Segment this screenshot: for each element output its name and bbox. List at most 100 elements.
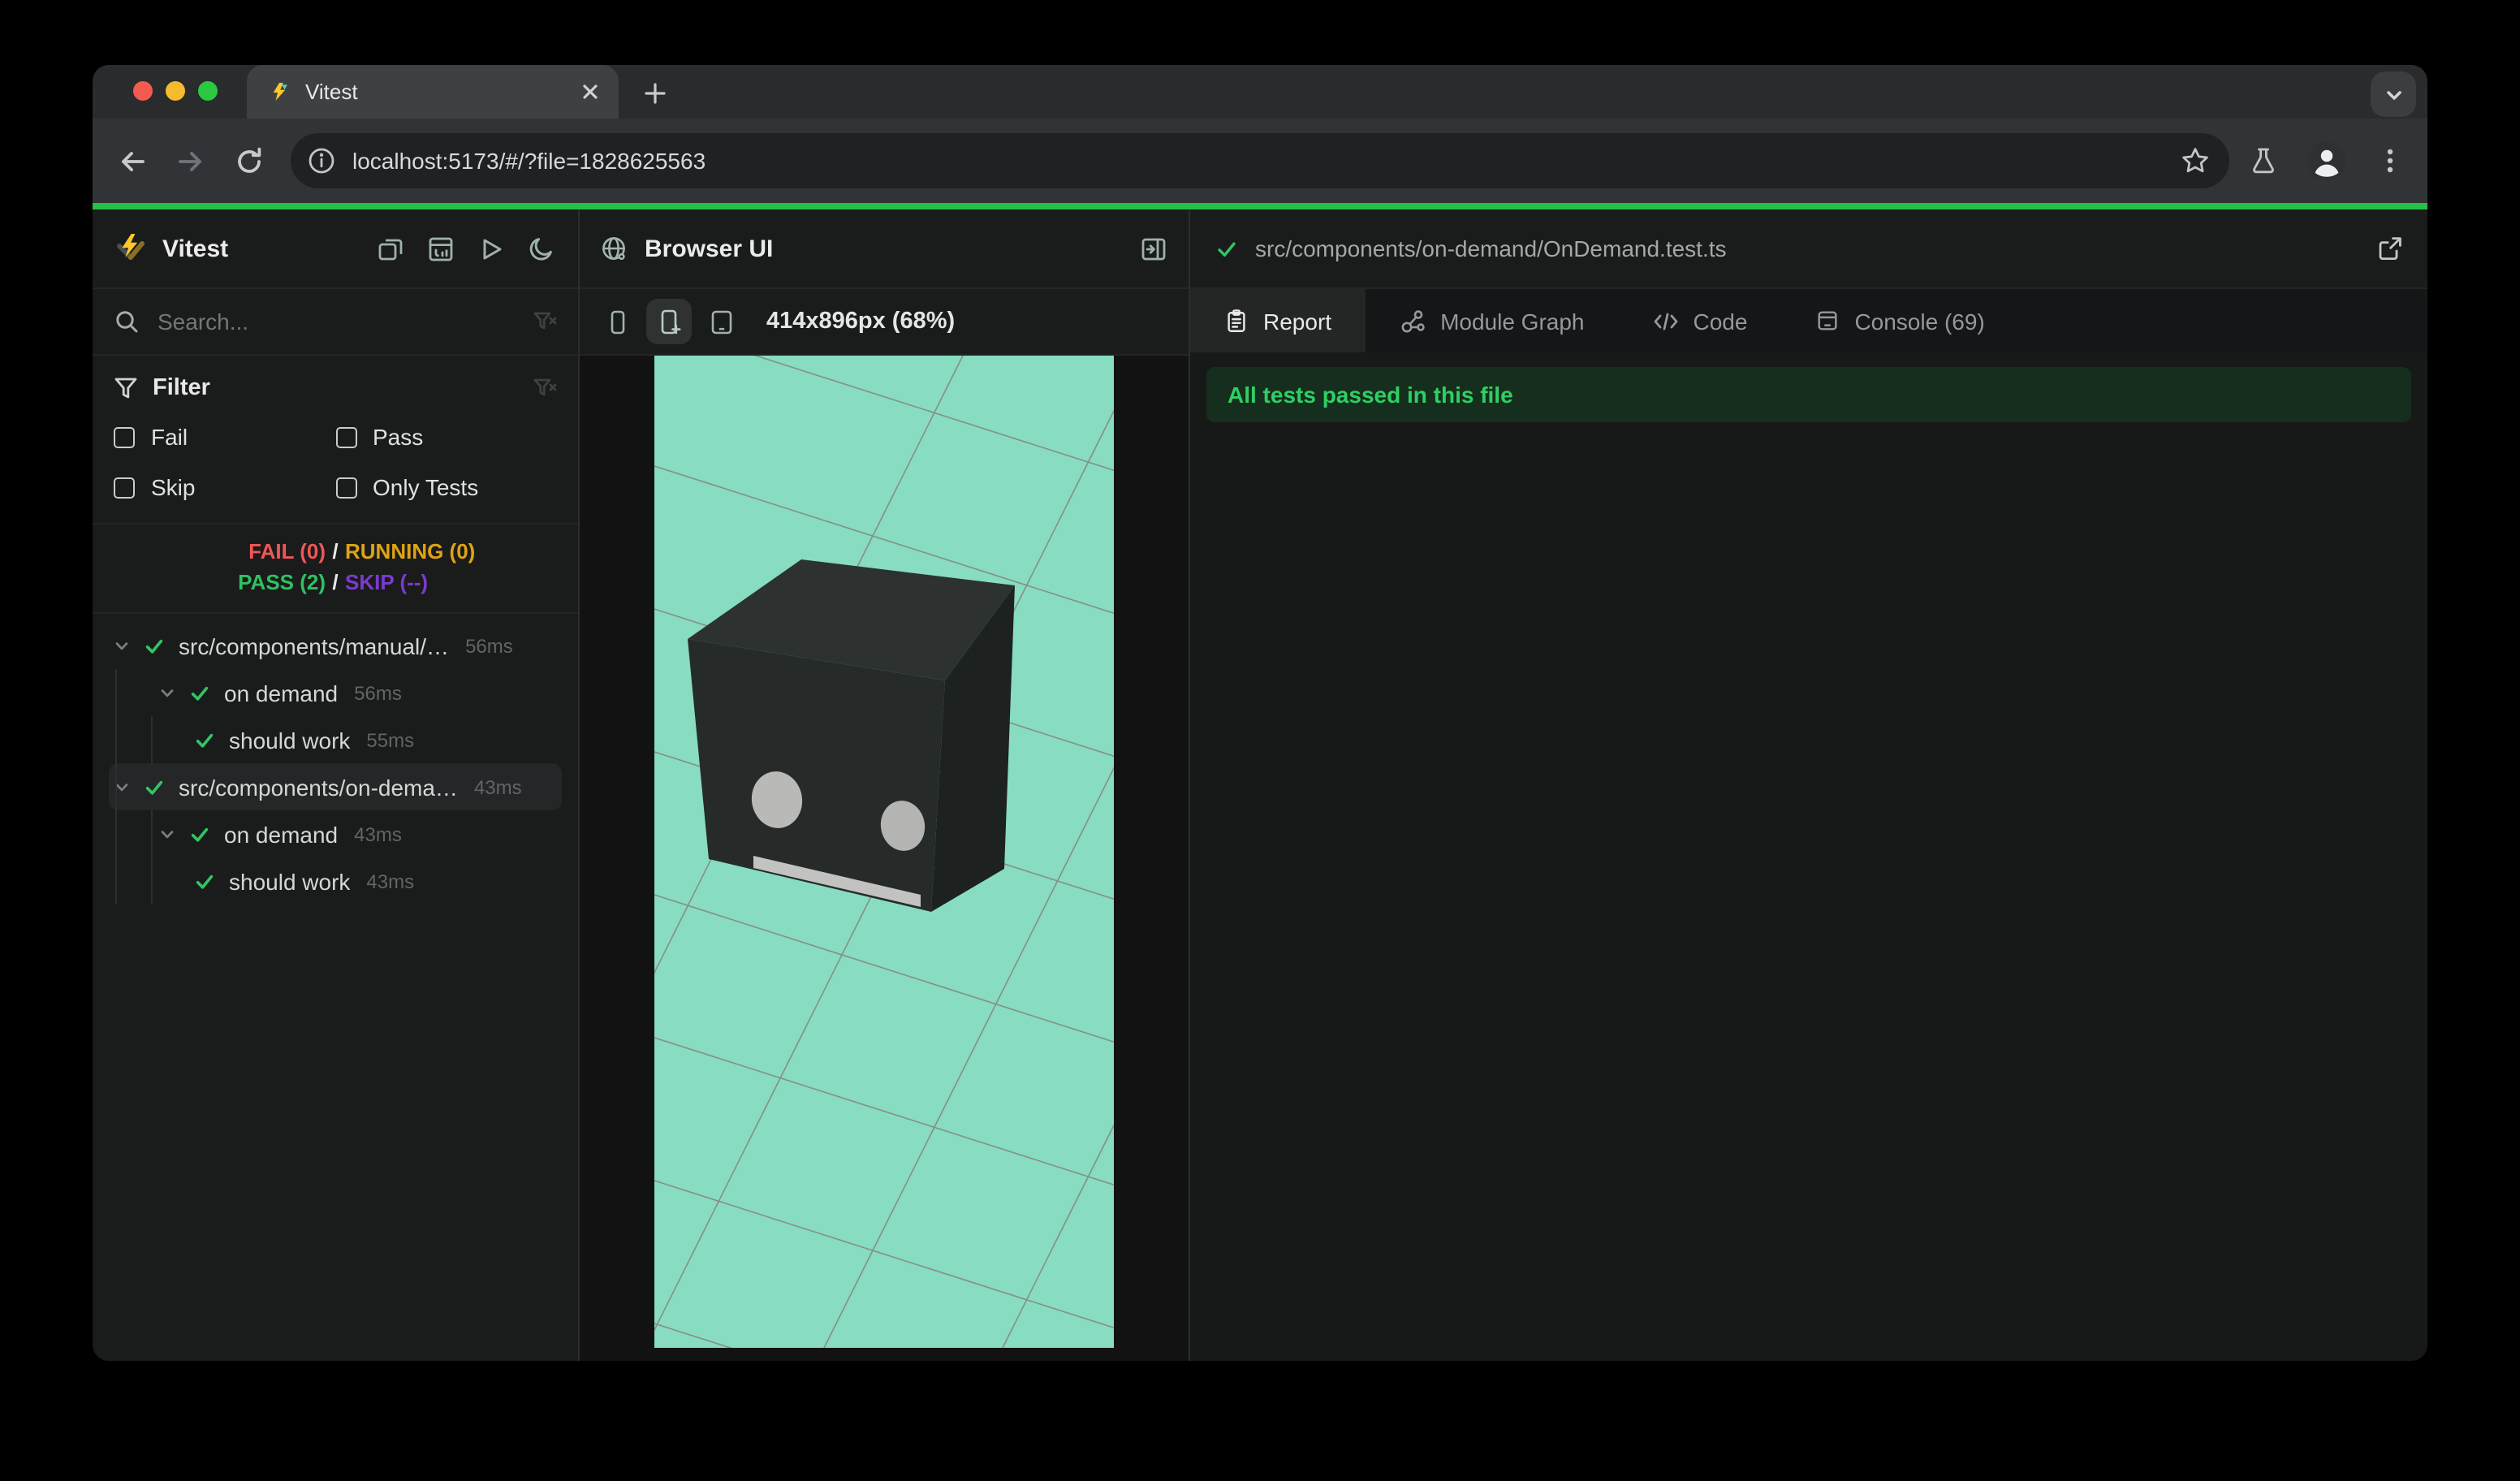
- browser-tab[interactable]: Vitest: [247, 65, 619, 119]
- test-case-row[interactable]: should work 55ms: [109, 716, 562, 763]
- module-graph-icon: [1401, 309, 1425, 332]
- test-file-row-selected[interactable]: src/components/on-dema… 43ms: [109, 763, 562, 810]
- search-bar: [93, 289, 578, 356]
- screen: Vitest localhost:5173/#/?file=1828625563…: [0, 0, 2520, 1481]
- checkbox[interactable]: [335, 477, 356, 498]
- back-arrow-icon: [121, 151, 144, 171]
- tab-report[interactable]: Report: [1190, 289, 1366, 352]
- chevron-down-icon: [2386, 90, 2401, 99]
- dock-panel-icon[interactable]: [1140, 235, 1167, 262]
- filter-checkbox-pass[interactable]: Pass: [335, 419, 557, 455]
- detail-tabbar: Report Module Graph Code Console (69): [1190, 289, 2427, 352]
- checkbox[interactable]: [114, 426, 135, 447]
- site-info-icon[interactable]: [307, 146, 336, 175]
- browser-ui-title: Browser UI: [645, 235, 774, 262]
- profile-avatar[interactable]: [2306, 140, 2348, 182]
- tab-strip: Vitest: [93, 65, 2427, 119]
- bookmark-star-icon[interactable]: [2181, 146, 2210, 175]
- browser-window: Vitest localhost:5173/#/?file=1828625563…: [93, 65, 2427, 1361]
- filter-section: Filter Fail Pass Skip Only Tests: [93, 356, 578, 525]
- close-window-button[interactable]: [133, 81, 153, 101]
- clear-filters-icon[interactable]: [533, 376, 557, 400]
- all-tests-passed-banner: All tests passed in this file: [1206, 367, 2411, 422]
- close-tab-icon[interactable]: [578, 80, 602, 104]
- minimize-window-button[interactable]: [166, 81, 185, 101]
- dark-mode-moon-icon[interactable]: [528, 235, 555, 262]
- browser-toolbar: localhost:5173/#/?file=1828625563: [93, 119, 2427, 203]
- filter-checkbox-skip[interactable]: Skip: [114, 469, 335, 505]
- vitest-favicon-icon: [268, 80, 291, 103]
- chevron-down-icon[interactable]: [112, 636, 132, 655]
- running-count: RUNNING (0): [345, 539, 476, 563]
- filter-checkbox-fail[interactable]: Fail: [114, 419, 335, 455]
- skip-count: SKIP (--): [345, 570, 429, 594]
- console-icon: [1818, 311, 1837, 330]
- chevron-down-icon[interactable]: [158, 824, 177, 844]
- url-text[interactable]: localhost:5173/#/?file=1828625563: [352, 148, 2181, 174]
- test-tree: src/components/manual/… 56ms on demand 5…: [93, 614, 578, 1361]
- sidebar: Vitest Search... Filter Fail Pass Skip O…: [93, 209, 580, 1361]
- tab-search-button[interactable]: [2371, 71, 2416, 117]
- pass-check-icon: [145, 779, 163, 794]
- filter-title: Filter: [153, 375, 210, 401]
- robot-head-cube: [688, 559, 1015, 912]
- reload-button[interactable]: [222, 135, 274, 187]
- pass-check-icon: [196, 874, 214, 888]
- device-phone-plus-button[interactable]: [646, 299, 692, 344]
- code-icon: [1654, 312, 1677, 330]
- pass-check-icon: [1218, 241, 1236, 256]
- test-suite-row[interactable]: on demand 43ms: [109, 810, 562, 857]
- test-progress-bar: [93, 203, 2427, 209]
- test-summary: FAIL (0) / RUNNING (0) PASS (2) / SKIP (…: [93, 525, 578, 614]
- search-icon: [116, 311, 138, 333]
- test-preview-viewport[interactable]: [654, 356, 1114, 1348]
- device-tablet-button[interactable]: [698, 299, 744, 344]
- chevron-down-icon[interactable]: [158, 683, 177, 702]
- checkbox[interactable]: [335, 426, 356, 447]
- pass-count: PASS (2): [238, 570, 326, 594]
- open-external-icon[interactable]: [2377, 235, 2403, 261]
- pass-check-icon: [196, 732, 214, 747]
- experiments-flask-icon[interactable]: [2249, 146, 2278, 175]
- checkbox[interactable]: [114, 477, 135, 498]
- window-controls: [133, 81, 218, 101]
- sidebar-title: Vitest: [162, 235, 229, 262]
- filter-checkbox-only-tests[interactable]: Only Tests: [335, 469, 557, 505]
- test-case-row[interactable]: should work 43ms: [109, 857, 562, 905]
- globe-icon: [602, 236, 625, 260]
- collapse-panels-icon[interactable]: [377, 235, 404, 262]
- tab-code[interactable]: Code: [1619, 289, 1782, 352]
- new-tab-button[interactable]: [635, 73, 674, 112]
- forward-button[interactable]: [164, 135, 216, 187]
- vitest-brand: Vitest: [93, 231, 377, 266]
- vitest-logo-icon: [117, 233, 145, 259]
- pass-check-icon: [191, 685, 209, 700]
- viewport-dimensions: 414x896px (68%): [766, 309, 956, 335]
- device-phone-button[interactable]: [594, 299, 640, 344]
- pass-check-icon: [145, 638, 163, 653]
- run-all-play-icon[interactable]: [477, 235, 505, 262]
- tab-module-graph[interactable]: Module Graph: [1366, 289, 1618, 352]
- test-file-row[interactable]: src/components/manual/… 56ms: [109, 622, 562, 669]
- menu-kebab-icon[interactable]: [2375, 146, 2405, 175]
- clear-search-filter-icon[interactable]: [533, 309, 557, 334]
- toolbar-icons: [2249, 140, 2405, 182]
- address-bar[interactable]: localhost:5173/#/?file=1828625563: [291, 133, 2229, 188]
- maximize-window-button[interactable]: [198, 81, 218, 101]
- report-clipboard-icon: [1228, 309, 1245, 332]
- pass-check-icon: [191, 827, 209, 841]
- search-input[interactable]: [154, 307, 518, 336]
- tab-console[interactable]: Console (69): [1781, 289, 2018, 352]
- report-content: All tests passed in this file: [1190, 352, 2427, 1361]
- test-suite-row[interactable]: on demand 56ms: [109, 669, 562, 716]
- detail-panel: src/components/on-demand/OnDemand.test.t…: [1190, 209, 2427, 1361]
- fail-count: FAIL (0): [248, 539, 326, 563]
- device-toolbar: 414x896px (68%): [580, 289, 1189, 356]
- reload-icon: [237, 146, 261, 172]
- forward-arrow-icon: [178, 151, 201, 171]
- dashboard-icon[interactable]: [427, 235, 455, 262]
- open-file-path: src/components/on-demand/OnDemand.test.t…: [1255, 235, 1727, 261]
- tab-title: Vitest: [305, 80, 358, 104]
- filter-funnel-icon: [114, 377, 137, 398]
- back-button[interactable]: [106, 135, 158, 187]
